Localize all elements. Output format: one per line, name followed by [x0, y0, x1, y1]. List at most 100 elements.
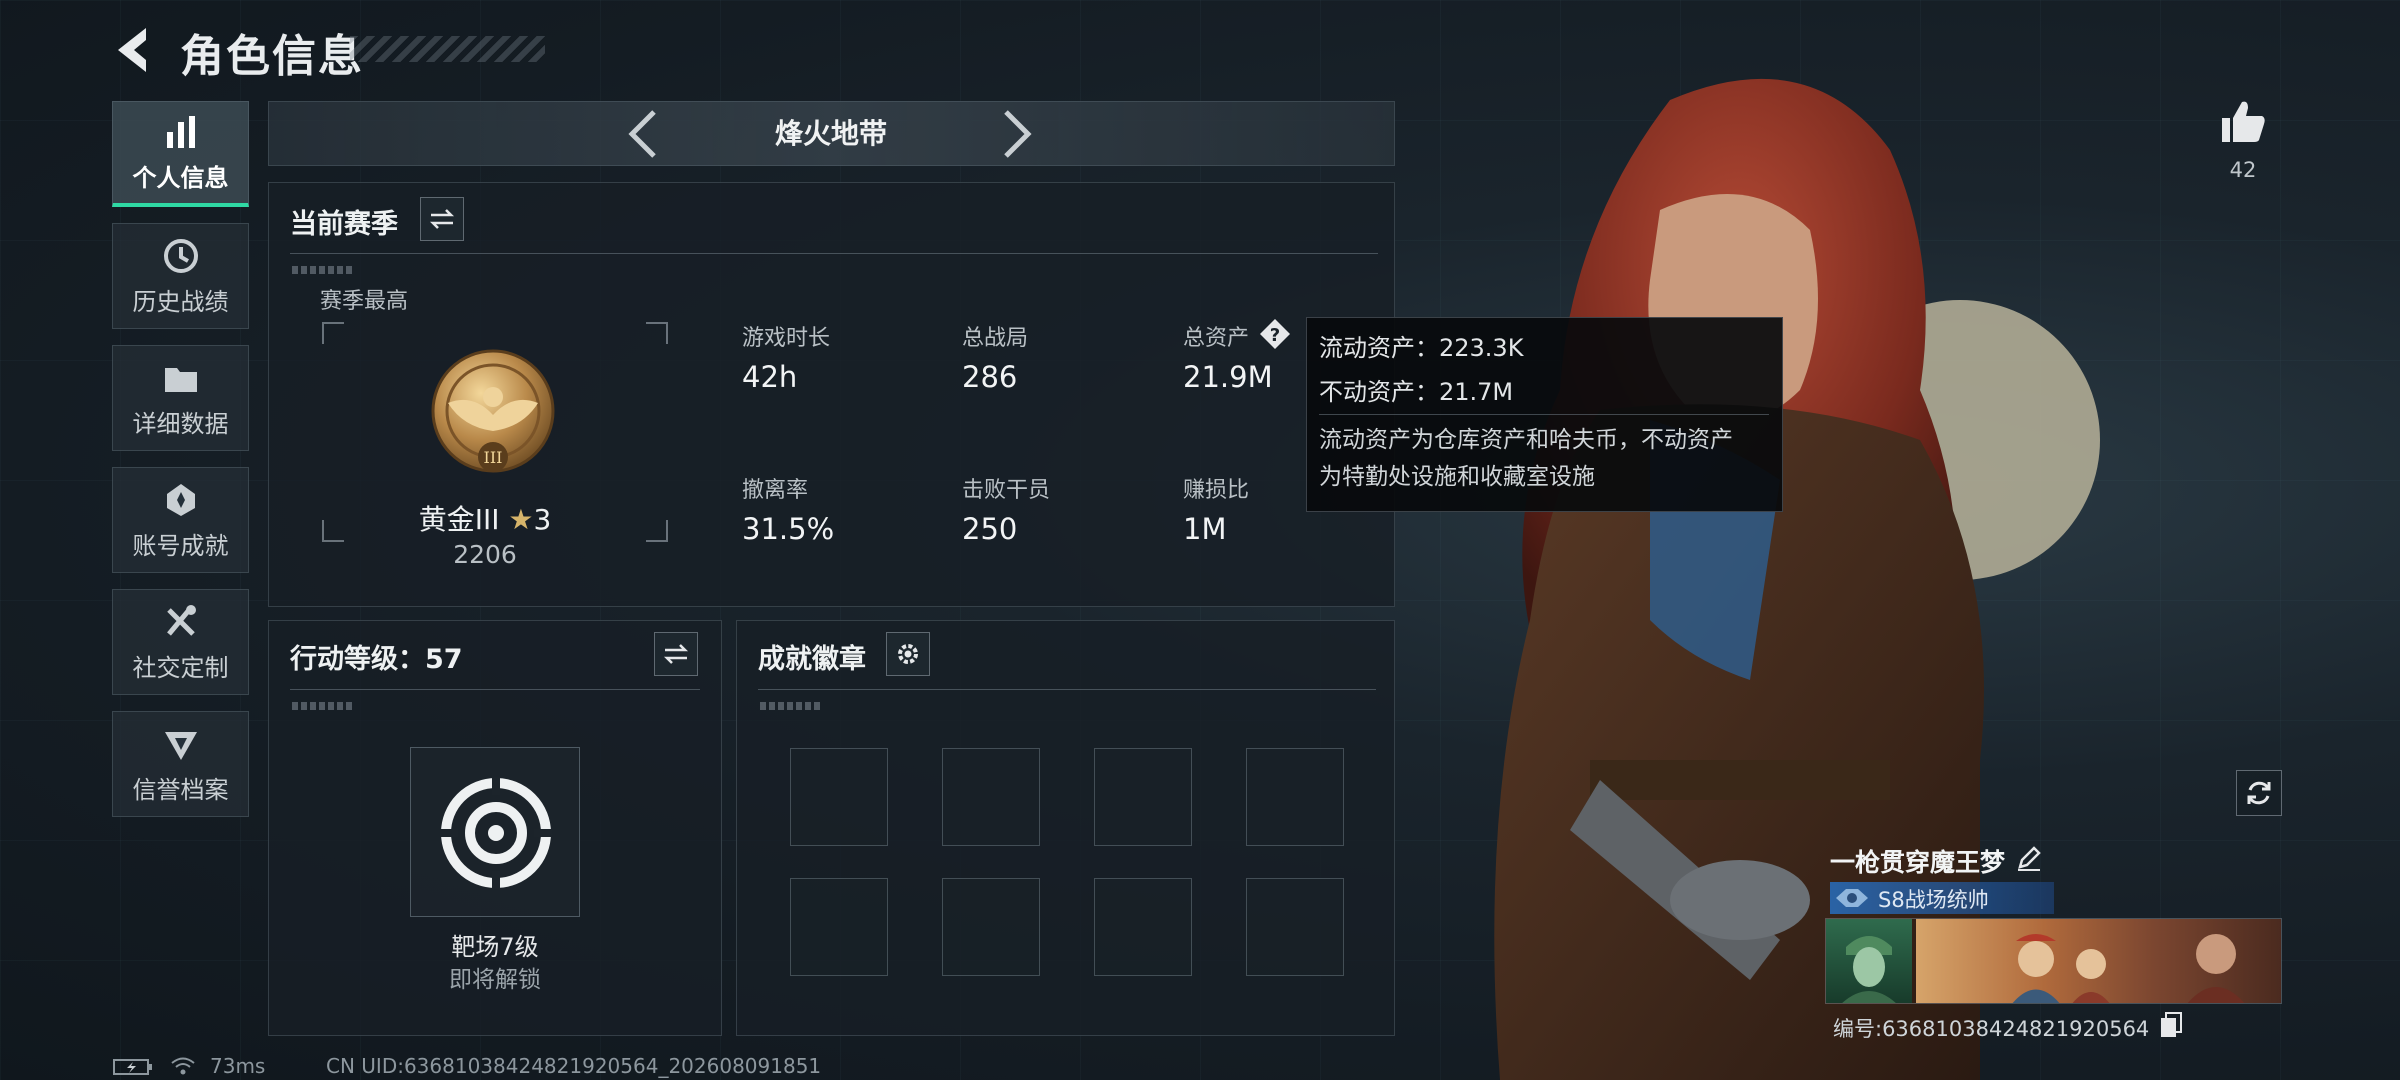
svg-text:?: ? [1270, 325, 1280, 346]
title-decoration [350, 36, 545, 62]
tooltip-desc-line1: 流动资产为仓库资产和哈夫币，不动资产 [1319, 427, 1733, 453]
sidebar-item-achievements[interactable]: 账号成就 [112, 467, 249, 573]
range-level-label: 靶场7级 [451, 933, 539, 961]
uid-text: CN UID:6368103842482192056­4_20260809185… [326, 1054, 822, 1078]
frame-corner [322, 322, 344, 344]
achievement-medal-icon [166, 483, 195, 516]
avatar-portrait-icon [1842, 936, 1896, 1003]
badge-slot[interactable] [1094, 878, 1192, 976]
stat-label-total-matches: 总战局 [962, 326, 1029, 351]
refresh-button[interactable] [2236, 770, 2282, 816]
banner-artwork [1916, 919, 2281, 1003]
stat-value-extract-rate: 31.5% [742, 512, 835, 546]
rank-name-row: 黄金III ★3 [330, 498, 640, 538]
ping-value: 73ms [210, 1054, 266, 1078]
svg-text:III: III [484, 448, 503, 467]
copy-icon[interactable] [2160, 1012, 2182, 1038]
stat-value-kills: 250 [962, 512, 1018, 546]
chevron-right-icon[interactable] [996, 108, 1036, 160]
player-banner[interactable] [1825, 918, 2282, 1004]
decoration-lines [292, 266, 352, 274]
range-unlock-status: 即将解锁 [449, 967, 541, 993]
divider [290, 253, 1378, 254]
sidebar-item-label: 信誉档案 [132, 775, 229, 804]
season-switch-button[interactable] [420, 197, 464, 241]
sidebar-item-label: 历史战绩 [132, 287, 229, 316]
badge-slot[interactable] [790, 878, 888, 976]
swap-arrows-icon [663, 644, 689, 664]
sidebar-item-label: 账号成就 [132, 531, 229, 560]
refresh-icon [2247, 781, 2271, 805]
frame-corner [646, 322, 668, 344]
help-question-icon[interactable]: ? [1259, 318, 1291, 350]
like-count: 42 [2229, 158, 2257, 182]
star-icon: ★ [508, 503, 534, 536]
sidebar-item-label: 详细数据 [132, 409, 229, 438]
badge-slot[interactable] [942, 878, 1040, 976]
badge-slot[interactable] [1094, 748, 1192, 846]
edit-pencil-icon[interactable] [2016, 845, 2042, 871]
gold-rank-emblem-icon: III [431, 349, 555, 473]
avatar [1826, 919, 1912, 1003]
sidebar-item-label: 个人信息 [132, 164, 229, 192]
rank-score: 2206 [453, 540, 517, 569]
gear-icon [898, 644, 918, 664]
banner-illustration [2012, 934, 2245, 1003]
rank-name: 黄金III [418, 503, 500, 536]
bar-chart-icon [166, 116, 195, 148]
season-best-label: 赛季最高 [320, 289, 409, 314]
sidebar-item-social-custom[interactable]: 社交定制 [112, 589, 249, 695]
badges-heading: 成就徽章 [758, 644, 866, 675]
badge-slot[interactable] [1246, 878, 1344, 976]
thumbs-up-icon[interactable] [2218, 96, 2268, 146]
tooltip-fixed-assets: 不动资产：21.7M [1319, 378, 1514, 406]
stat-label-total-assets: 总资产 [1183, 326, 1250, 351]
rank-title: S8战场统帅 [1878, 888, 1989, 912]
stat-value-playtime: 42h [742, 360, 798, 394]
tooltip-liquid-assets: 流动资产：223.3K [1319, 334, 1524, 362]
shield-badge-icon [164, 731, 197, 760]
action-switch-button[interactable] [654, 632, 698, 676]
tooltip-desc-line2: 为特勤处设施和收藏室设施 [1319, 464, 1595, 490]
action-level-heading: 行动等级：57 [290, 644, 463, 675]
badge-slot[interactable] [942, 748, 1040, 846]
stat-value-total-assets: 21.9M [1183, 360, 1273, 394]
stat-label-playtime: 游戏时长 [742, 326, 831, 351]
stat-value-profit-ratio: 1M [1183, 512, 1227, 546]
battery-icon [113, 1059, 152, 1075]
assets-tooltip: 流动资产：223.3K 不动资产：21.7M 流动资产为仓库资产和哈夫币，不动资… [1306, 317, 1783, 512]
divider [290, 689, 700, 690]
chevron-left-icon[interactable] [624, 108, 664, 160]
divider [1319, 414, 1769, 415]
badge-slot[interactable] [790, 748, 888, 846]
stat-label-extract-rate: 撤离率 [742, 478, 809, 503]
sidebar-item-history[interactable]: 历史战绩 [112, 223, 249, 329]
page-title: 角色信息 [180, 31, 364, 82]
frame-corner [646, 520, 668, 542]
stat-label-kills: 击败干员 [962, 478, 1051, 503]
target-icon [440, 777, 552, 889]
player-name: 一枪贯穿魔王梦 [1830, 848, 2006, 877]
tools-icon [166, 604, 196, 636]
stat-label-profit-ratio: 赚损比 [1183, 478, 1250, 503]
history-clock-icon [163, 238, 198, 273]
wifi-icon [171, 1057, 195, 1075]
decoration-lines [292, 702, 352, 710]
sidebar-item-credit-record[interactable]: 信誉档案 [112, 711, 249, 817]
rank-emblem-icon [1836, 889, 1868, 907]
sidebar-item-label: 社交定制 [132, 653, 229, 682]
badge-slot[interactable] [1246, 748, 1344, 846]
decoration-lines [760, 702, 820, 710]
swap-arrows-icon [429, 209, 455, 229]
shooting-range-tile[interactable] [410, 747, 580, 917]
back-arrow-icon[interactable] [108, 22, 158, 78]
mode-title: 烽火地带 [774, 117, 887, 150]
stat-value-total-matches: 286 [962, 360, 1018, 394]
sidebar-item-personal-info[interactable]: 个人信息 [112, 101, 249, 207]
season-heading: 当前赛季 [290, 209, 398, 240]
rank-stars: 3 [533, 503, 552, 536]
folder-icon [164, 367, 197, 392]
divider [758, 689, 1376, 690]
badges-settings-button[interactable] [886, 632, 930, 676]
sidebar-item-detailed-data[interactable]: 详细数据 [112, 345, 249, 451]
